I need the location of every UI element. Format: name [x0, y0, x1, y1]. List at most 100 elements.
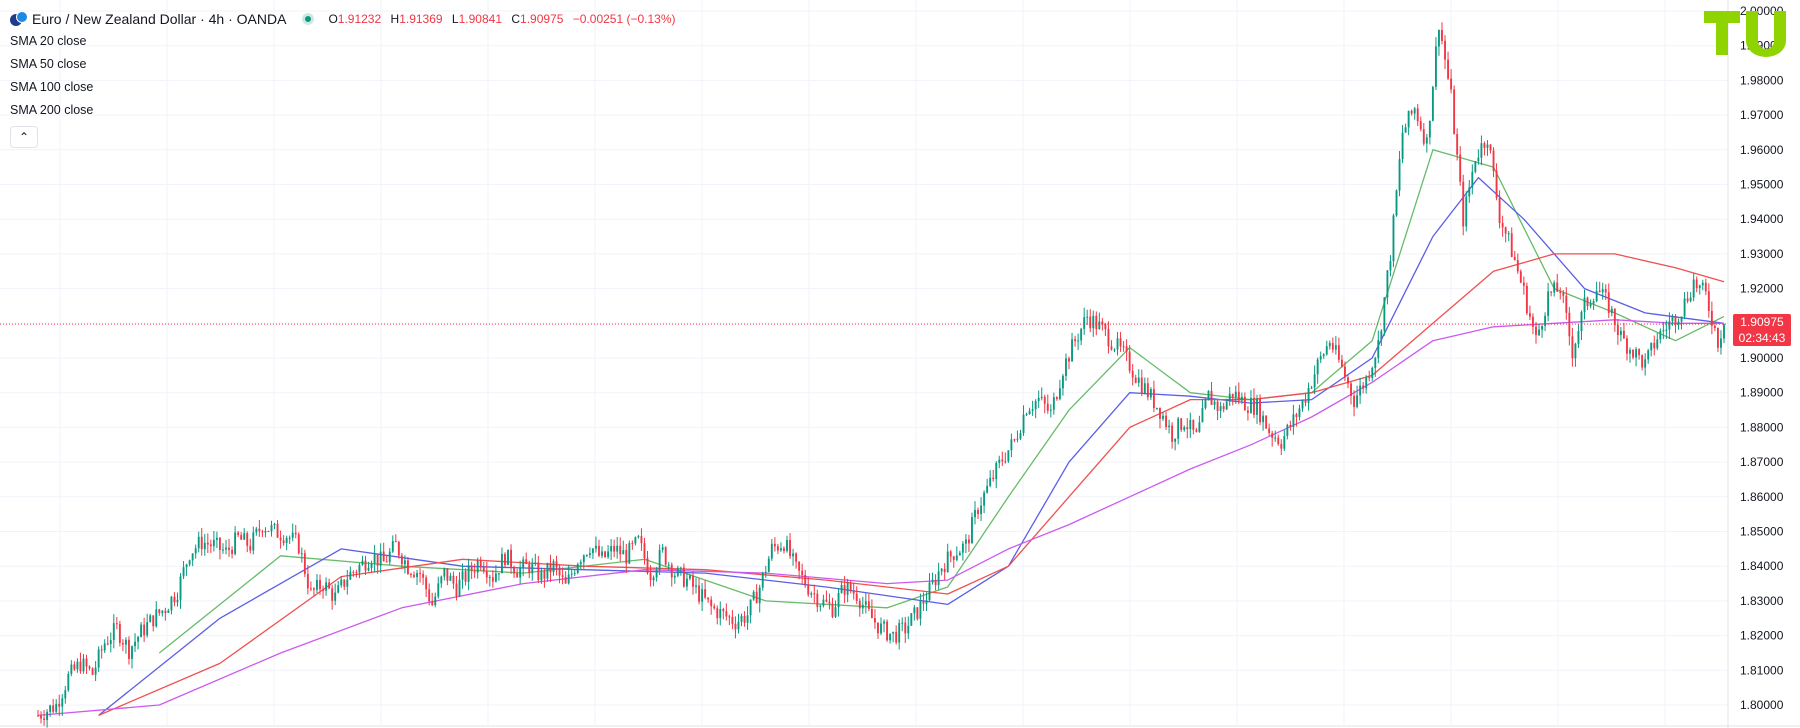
candle-down: [400, 555, 403, 565]
indicator-sma20[interactable]: SMA 20 close: [10, 30, 682, 53]
candle-down: [664, 547, 667, 565]
candle-down: [313, 588, 315, 590]
candle-up: [358, 564, 361, 573]
candle-down: [1441, 30, 1443, 41]
candle-down: [755, 591, 758, 604]
candle-up: [1380, 330, 1383, 341]
candle-down: [1104, 324, 1107, 330]
candle-up: [134, 641, 136, 647]
candle-up: [1692, 279, 1695, 298]
candle-up: [1313, 374, 1316, 388]
close-label: C: [511, 12, 521, 26]
candle-down: [1456, 133, 1459, 155]
candle-down: [1462, 181, 1465, 227]
candle-up: [1274, 437, 1277, 439]
candle-up: [1683, 298, 1686, 317]
candle-up: [1431, 86, 1434, 121]
candle-down: [1626, 338, 1628, 354]
candle-down: [1146, 383, 1149, 398]
candle-down: [143, 624, 146, 636]
candle-up: [983, 492, 986, 506]
candle-down: [1550, 291, 1553, 293]
candle-up: [616, 545, 619, 552]
indicator-sma100[interactable]: SMA 100 close: [10, 76, 682, 99]
price-axis[interactable]: 1.80000 1.81000 1.82000 1.83000 1.84000 1.850…: [1740, 4, 1784, 712]
open-label: O: [328, 12, 338, 26]
candle-down: [410, 574, 412, 576]
candle-down: [422, 573, 425, 578]
candle-up: [701, 589, 704, 602]
candle-up: [1031, 409, 1034, 411]
candle-up: [1177, 418, 1180, 439]
price-tick-label: 1.92000: [1740, 282, 1784, 296]
candle-up: [1334, 345, 1337, 350]
candle-up: [837, 592, 840, 608]
candle-up: [1689, 297, 1692, 302]
candle-down: [1519, 271, 1522, 283]
candle-down: [855, 593, 858, 601]
candle-down: [152, 615, 155, 627]
candle-up: [946, 551, 949, 573]
candle-up: [1395, 190, 1398, 216]
candle-up: [652, 577, 655, 581]
candle-down: [352, 571, 355, 573]
candle-down: [1289, 425, 1292, 427]
indicator-sma50[interactable]: SMA 50 close: [10, 53, 682, 76]
candle-up: [1398, 159, 1401, 191]
high-label: H: [390, 12, 400, 26]
symbol-title[interactable]: Euro / New Zealand Dollar · 4h · OANDA: [32, 8, 286, 30]
candle-up: [679, 567, 682, 569]
candle-down: [692, 575, 694, 587]
candle-up: [361, 560, 364, 565]
candle-down: [1653, 342, 1656, 349]
candle-down: [843, 584, 846, 595]
candle-up: [1058, 388, 1061, 400]
candle-up: [461, 571, 464, 580]
price-tick-label: 1.85000: [1740, 525, 1784, 539]
candle-up: [864, 601, 867, 605]
price-tick-label: 1.97000: [1740, 108, 1784, 122]
candle-down: [1707, 291, 1710, 311]
candle-up: [1040, 396, 1043, 398]
candle-up: [958, 552, 961, 556]
chart-area[interactable]: 1.80000 1.81000 1.82000 1.83000 1.84000 1.850…: [0, 0, 1800, 728]
price-tick-label: 1.90000: [1740, 351, 1784, 365]
candle-up: [1307, 387, 1310, 403]
indicator-sma200[interactable]: SMA 200 close: [10, 99, 682, 122]
candle-up: [1204, 400, 1207, 409]
candle-down: [1165, 415, 1167, 428]
candle-up: [910, 613, 913, 626]
candle-down: [294, 532, 297, 535]
candle-down: [1043, 396, 1046, 404]
candle-up: [191, 553, 194, 561]
candle-up: [834, 607, 837, 617]
candle-up: [1474, 161, 1477, 172]
market-status-icon[interactable]: [302, 13, 315, 25]
candle-up: [215, 537, 218, 540]
candle-down: [485, 571, 488, 578]
candle-down: [1180, 418, 1183, 430]
candle-up: [974, 509, 976, 518]
candle-down: [904, 622, 907, 634]
collapse-legend-button[interactable]: ⌃: [10, 126, 38, 148]
candle-down: [479, 561, 482, 568]
candle-up: [1240, 396, 1243, 401]
candle-up: [1507, 233, 1510, 235]
candle-up: [1583, 297, 1586, 312]
candle-up: [913, 607, 916, 614]
candle-up: [880, 623, 882, 634]
candle-down: [1416, 108, 1419, 122]
candle-up: [1225, 401, 1228, 410]
candle-up: [695, 585, 697, 587]
candle-down: [731, 616, 734, 624]
candle-down: [646, 558, 649, 574]
candle-down: [643, 543, 646, 559]
candle-down: [261, 531, 264, 533]
candle-down: [1046, 403, 1049, 411]
candle-down: [79, 661, 82, 672]
candle-up: [937, 571, 940, 586]
candle-down: [1216, 401, 1219, 411]
candle-down: [1410, 110, 1413, 114]
candle-up: [531, 563, 534, 574]
candle-up: [579, 562, 582, 565]
